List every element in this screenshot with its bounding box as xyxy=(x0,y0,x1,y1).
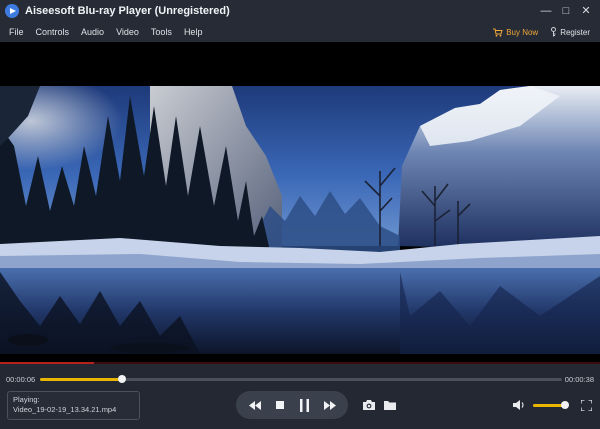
menu-controls[interactable]: Controls xyxy=(36,27,70,37)
transport-controls xyxy=(236,391,348,419)
menu-video[interactable]: Video xyxy=(116,27,139,37)
folder-icon xyxy=(384,401,396,410)
fast-forward-button[interactable] xyxy=(321,396,339,414)
buy-now-label: Buy Now xyxy=(506,27,539,37)
stop-button[interactable] xyxy=(271,396,289,414)
control-panel: 00:00:06 00:00:38 Playing: Video_19-02-1… xyxy=(0,364,600,429)
app-logo-icon xyxy=(5,4,19,18)
camera-icon xyxy=(363,400,375,410)
key-icon xyxy=(551,27,557,37)
now-playing-box: Playing: Video_19-02-19_13.34.21.mp4 xyxy=(7,391,140,420)
cart-icon xyxy=(493,28,503,37)
title-bar: Aiseesoft Blu-ray Player (Unregistered) … xyxy=(0,0,600,22)
total-time: 00:00:38 xyxy=(564,375,594,384)
window-controls: — □ ✕ xyxy=(536,0,596,22)
fullscreen-icon xyxy=(580,399,593,412)
rewind-button[interactable] xyxy=(246,396,264,414)
fast-forward-icon xyxy=(323,400,336,410)
snapshot-button[interactable] xyxy=(362,398,376,412)
now-playing-file: Video_19-02-19_13.34.21.mp4 xyxy=(13,405,117,414)
menu-file[interactable]: File xyxy=(9,27,24,37)
fullscreen-button[interactable] xyxy=(580,398,595,412)
video-frame xyxy=(0,86,600,354)
register-label: Register xyxy=(560,27,590,37)
seek-bar-handle[interactable] xyxy=(117,375,126,383)
close-button[interactable]: ✕ xyxy=(576,0,596,22)
menu-bar: File Controls Audio Video Tools Help Buy… xyxy=(0,22,600,42)
pause-button[interactable] xyxy=(296,396,314,414)
seek-bar[interactable] xyxy=(40,375,562,383)
window-title: Aiseesoft Blu-ray Player (Unregistered) xyxy=(25,5,230,17)
maximize-button[interactable]: □ xyxy=(556,0,576,22)
pause-icon xyxy=(300,398,309,412)
menu-help[interactable]: Help xyxy=(184,27,203,37)
volume-button[interactable] xyxy=(512,398,526,412)
menu-audio[interactable]: Audio xyxy=(81,27,104,37)
rewind-icon xyxy=(248,400,261,410)
volume-slider-handle[interactable] xyxy=(561,401,570,409)
minimize-button[interactable]: — xyxy=(536,0,556,22)
stop-icon xyxy=(275,401,284,409)
now-playing-label: Playing: xyxy=(13,395,40,404)
menu-tools[interactable]: Tools xyxy=(151,27,172,37)
video-display[interactable] xyxy=(0,42,600,364)
register-button[interactable]: Register xyxy=(550,27,590,37)
elapsed-time: 00:00:06 xyxy=(6,375,36,384)
buy-now-button[interactable]: Buy Now xyxy=(493,28,538,37)
open-file-button[interactable] xyxy=(383,398,397,412)
menu-actions: Buy Now Register xyxy=(493,22,590,42)
seek-bar-fill xyxy=(40,378,122,381)
volume-slider[interactable] xyxy=(533,401,570,409)
speaker-icon xyxy=(513,400,524,410)
